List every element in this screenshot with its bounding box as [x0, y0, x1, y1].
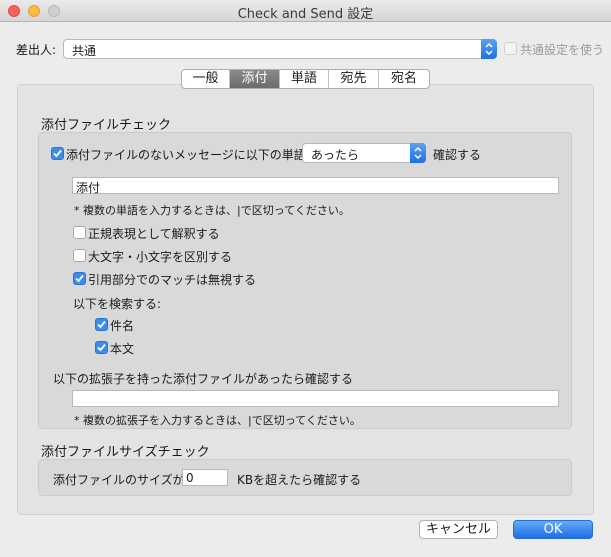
body-checkbox[interactable]: [95, 341, 108, 354]
no-attachment-label: 添付ファイルのないメッセージに以下の単語が: [66, 148, 318, 162]
window-title: Check and Send 設定: [237, 7, 374, 22]
condition-select[interactable]: あったら: [302, 143, 426, 163]
case-checkbox[interactable]: [73, 249, 86, 262]
body-label: 本文: [110, 342, 135, 356]
checkmark-icon: [53, 149, 62, 158]
use-common-checkbox[interactable]: [504, 42, 517, 55]
condition-select-value: あったら: [311, 148, 360, 162]
tab-names[interactable]: 宛名: [379, 70, 429, 88]
tab-words[interactable]: 単語: [280, 70, 329, 88]
subject-checkbox[interactable]: [95, 318, 108, 331]
tab-general[interactable]: 一般: [182, 70, 230, 88]
size-input[interactable]: 0: [182, 469, 228, 486]
size-check-title: 添付ファイルサイズチェック: [41, 445, 210, 460]
select-stepper-icon: [410, 143, 426, 163]
cancel-button[interactable]: キャンセル: [419, 520, 498, 539]
no-attachment-checkbox[interactable]: [51, 147, 64, 160]
extension-note: * 複数の拡張子を入力するときは、|で区切ってください。: [74, 414, 361, 427]
tab-recipients[interactable]: 宛先: [329, 70, 379, 88]
attachment-check-title: 添付ファイルチェック: [41, 118, 172, 133]
checkmark-icon: [75, 274, 84, 283]
confirm-label: 確認する: [433, 148, 482, 162]
ok-button[interactable]: OK: [513, 520, 593, 539]
extension-label: 以下の拡張子を持った添付ファイルがあったら確認する: [53, 372, 354, 386]
tab-attachment[interactable]: 添付: [230, 70, 280, 88]
select-stepper-icon: [481, 39, 497, 59]
search-label: 以下を検索する:: [73, 297, 162, 311]
sender-select[interactable]: 共通: [63, 39, 497, 59]
subject-label: 件名: [110, 319, 135, 333]
size-prefix-label: 添付ファイルのサイズが: [53, 473, 185, 487]
regex-label: 正規表現として解釈する: [88, 227, 220, 241]
ignore-quote-label: 引用部分でのマッチは無視する: [88, 273, 257, 287]
words-note: * 複数の単語を入力するときは、|で区切ってください。: [74, 204, 350, 217]
ignore-quote-checkbox[interactable]: [73, 272, 86, 285]
tab-bar: 一般 添付 単語 宛先 宛名: [181, 69, 430, 89]
extension-input[interactable]: [72, 390, 559, 407]
regex-checkbox[interactable]: [73, 226, 86, 239]
checkmark-icon: [97, 343, 106, 352]
title-bar: Check and Send 設定: [0, 0, 611, 22]
checkmark-icon: [97, 320, 106, 329]
sender-select-value: 共通: [72, 44, 97, 58]
use-common-label: 共通設定を使う: [520, 43, 605, 57]
size-suffix-label: KBを超えたら確認する: [237, 473, 362, 487]
words-input[interactable]: 添付: [72, 177, 559, 195]
sender-label: 差出人:: [16, 43, 57, 57]
case-label: 大文字・小文字を区別する: [88, 250, 233, 264]
